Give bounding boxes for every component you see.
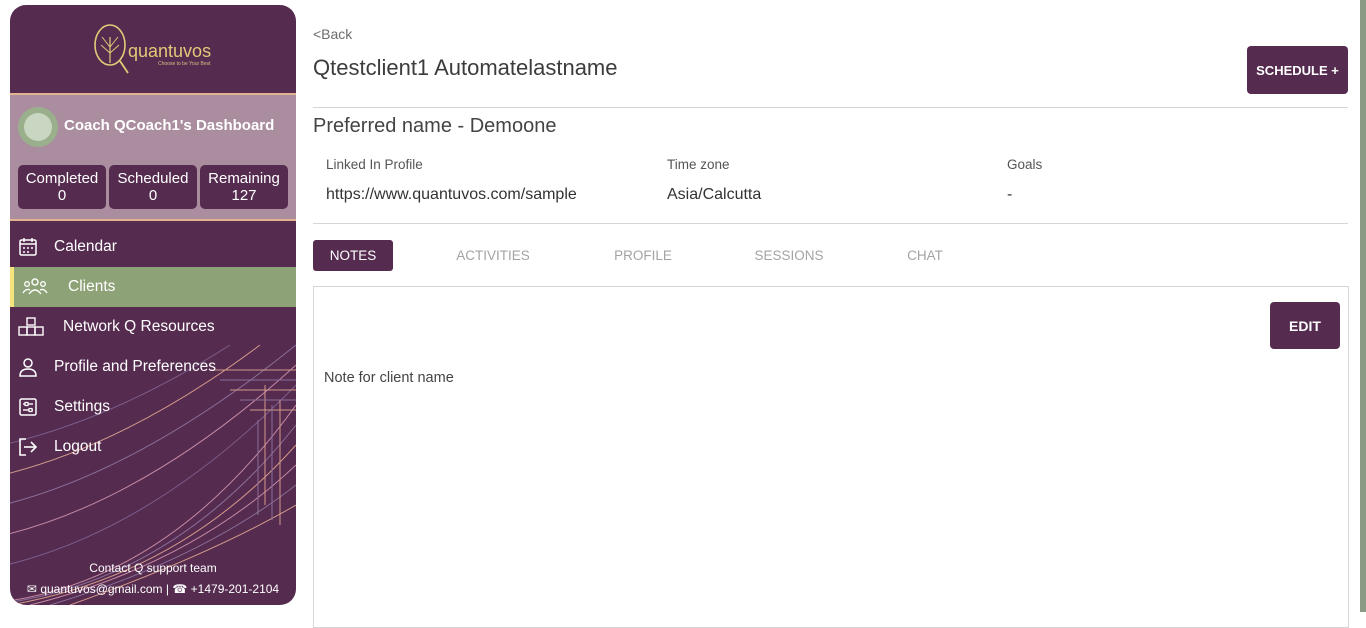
schedule-button[interactable]: SCHEDULE + bbox=[1247, 46, 1348, 94]
dashboard-title: Coach QCoach1's Dashboard bbox=[64, 117, 275, 134]
stat-remaining: Remaining 127 bbox=[200, 165, 288, 209]
sidebar-item-label: Logout bbox=[54, 438, 102, 455]
sidebar-item-logout[interactable]: Logout bbox=[10, 427, 296, 467]
sidebar-item-label: Profile and Preferences bbox=[54, 358, 216, 375]
sidebar-item-label: Clients bbox=[68, 278, 116, 295]
mail-icon: ✉ bbox=[26, 582, 37, 596]
tree-logo-icon bbox=[94, 24, 129, 74]
tab-profile[interactable]: PROFILE bbox=[605, 240, 681, 271]
goals-value: - bbox=[1007, 186, 1013, 203]
notes-panel bbox=[313, 286, 1349, 628]
user-icon bbox=[19, 358, 37, 377]
logout-icon bbox=[19, 438, 38, 456]
sidebar-item-label: Network Q Resources bbox=[63, 318, 215, 335]
tab-activities[interactable]: ACTIVITIES bbox=[448, 240, 538, 271]
page-title: Qtestclient1 Automatelastname bbox=[313, 55, 618, 80]
stat-label: Scheduled bbox=[117, 170, 189, 187]
divider bbox=[10, 219, 296, 221]
logo-tagline: Choose to be Your Best bbox=[158, 61, 211, 67]
users-icon bbox=[22, 278, 48, 295]
stat-scheduled: Scheduled 0 bbox=[109, 165, 197, 209]
sidebar-item-profile-and-preferences[interactable]: Profile and Preferences bbox=[10, 347, 296, 387]
back-link[interactable]: <Back bbox=[313, 26, 352, 42]
stat-completed: Completed 0 bbox=[18, 165, 106, 209]
contact-email[interactable]: quantuvos@gmail.com bbox=[40, 582, 162, 596]
phone-icon: ☎ bbox=[172, 582, 188, 596]
avatar[interactable] bbox=[18, 107, 58, 147]
sidebar-item-calendar[interactable]: Calendar bbox=[10, 227, 296, 267]
timezone-value: Asia/Calcutta bbox=[667, 186, 762, 203]
network-icon bbox=[18, 317, 44, 336]
timezone-label: Time zone bbox=[667, 157, 730, 172]
stat-label: Remaining bbox=[208, 170, 280, 187]
tab-chat[interactable]: CHAT bbox=[900, 240, 950, 271]
sidebar-item-label: Settings bbox=[54, 398, 111, 415]
linkedin-value[interactable]: https://www.quantuvos.com/sample bbox=[326, 186, 577, 204]
contact-title: Contact Q support team bbox=[89, 561, 217, 575]
note-text: Note for client name bbox=[324, 370, 454, 386]
settings-icon bbox=[19, 398, 37, 416]
dashboard-summary: Coach QCoach1's Dashboard Completed 0 Sc… bbox=[10, 95, 296, 219]
divider bbox=[313, 223, 1348, 224]
sidebar-item-clients[interactable]: Clients bbox=[10, 267, 296, 307]
edit-button[interactable]: EDIT bbox=[1270, 302, 1340, 349]
tab-sessions[interactable]: SESSIONS bbox=[745, 240, 833, 271]
sidebar-item-label: Calendar bbox=[54, 238, 117, 255]
divider bbox=[313, 107, 1348, 108]
stat-value: 0 bbox=[57, 187, 67, 204]
goals-label: Goals bbox=[1007, 157, 1043, 172]
stat-label: Completed bbox=[25, 170, 99, 187]
sidebar-item-settings[interactable]: Settings bbox=[10, 387, 296, 427]
sidebar: quantuvos Choose to be Your Best Coach Q… bbox=[10, 5, 296, 605]
calendar-icon bbox=[19, 238, 37, 256]
stat-value: 0 bbox=[148, 187, 158, 204]
preferred-name: Preferred name - Demoone bbox=[313, 115, 557, 137]
logo-text: quantuvos bbox=[128, 41, 212, 61]
scrollbar[interactable] bbox=[1360, 0, 1366, 612]
contact-separator: | bbox=[165, 582, 170, 596]
logo[interactable]: quantuvos Choose to be Your Best bbox=[10, 5, 296, 93]
stat-value: 127 bbox=[231, 187, 257, 204]
sidebar-item-network-q-resources[interactable]: Network Q Resources bbox=[10, 307, 296, 347]
contact-info: ✉ quantuvos@gmail.com | ☎ +1479-201-2104 bbox=[10, 582, 296, 596]
contact-phone[interactable]: +1479-201-2104 bbox=[191, 582, 279, 596]
linkedin-label: Linked In Profile bbox=[326, 157, 423, 172]
tab-notes[interactable]: NOTES bbox=[313, 240, 393, 271]
